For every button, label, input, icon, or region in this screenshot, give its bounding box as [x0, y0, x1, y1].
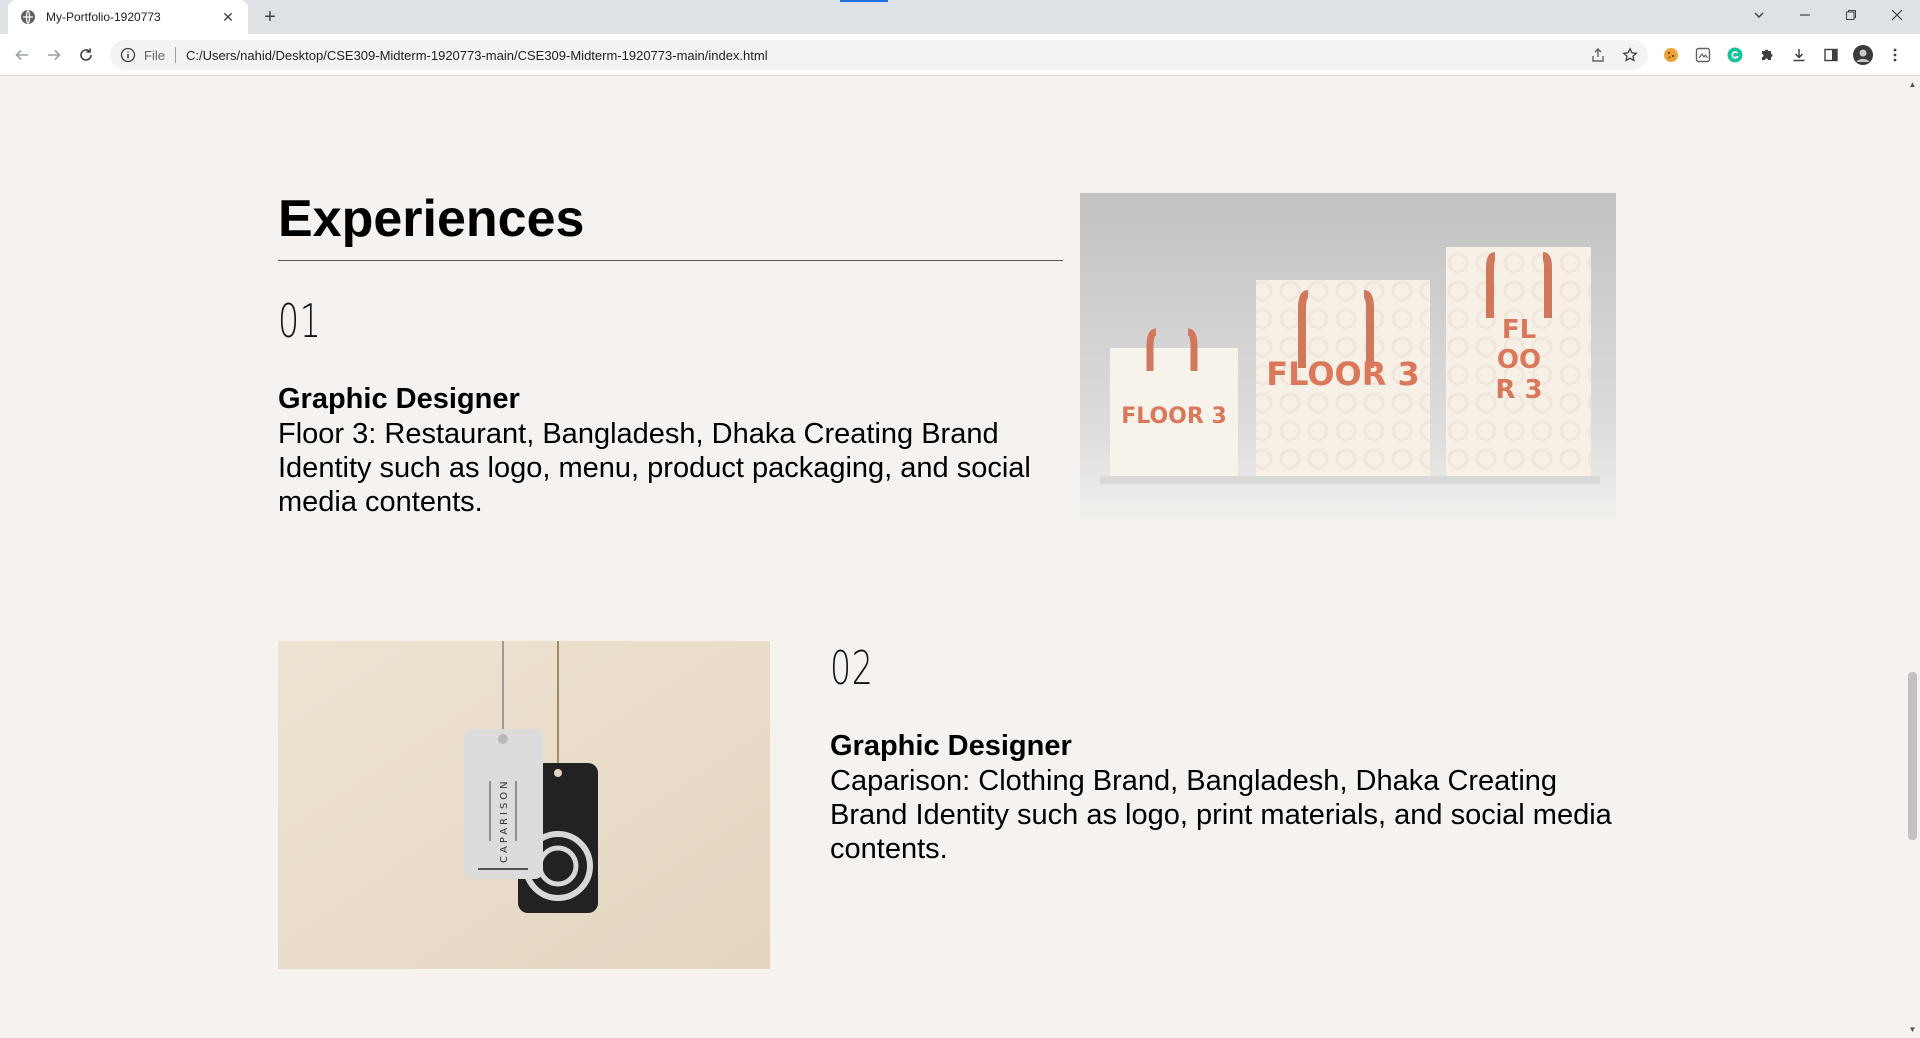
back-icon[interactable]: [10, 43, 34, 67]
grammarly-icon[interactable]: [1724, 44, 1746, 66]
share-icon[interactable]: [1590, 47, 1606, 63]
bag-brand-text: FLOOR 3: [1266, 355, 1420, 393]
experience-number: 01: [278, 294, 322, 348]
tab-title: My-Portfolio-1920773: [46, 10, 161, 24]
puzzle-icon[interactable]: [1756, 44, 1778, 66]
experience-title: Graphic Designer: [830, 730, 1072, 762]
globe-icon: [21, 10, 35, 24]
star-icon[interactable]: [1622, 47, 1638, 63]
scheme-label: File: [144, 47, 165, 63]
extension-icon[interactable]: [1692, 44, 1714, 66]
menu-kebab-icon[interactable]: [1884, 44, 1906, 66]
tall-bag: FL OO R 3: [1446, 247, 1591, 476]
omnibox-separator: [174, 47, 176, 63]
tab-drag-indicator: [840, 0, 888, 2]
page-viewport: Experiences 01 Graphic Designer Floor 3:…: [0, 76, 1905, 1038]
small-bag: FLOOR 3: [1110, 328, 1238, 476]
url-text[interactable]: C:/Users/nahid/Desktop/CSE309-Midterm-19…: [186, 48, 1590, 63]
address-bar[interactable]: File C:/Users/nahid/Desktop/CSE309-Midte…: [110, 40, 1648, 70]
browser-toolbar: File C:/Users/nahid/Desktop/CSE309-Midte…: [0, 34, 1920, 76]
bag-brand-text: FLOOR 3: [1121, 404, 1227, 429]
plus-icon[interactable]: +: [258, 5, 282, 29]
browser-tab[interactable]: My-Portfolio-1920773 ✕: [8, 0, 248, 34]
forward-icon[interactable]: [42, 43, 66, 67]
bag-brand-text: OO: [1497, 345, 1541, 375]
cookie-icon[interactable]: [1660, 44, 1682, 66]
info-icon[interactable]: [120, 47, 136, 63]
white-tag: CAPARISON: [464, 729, 543, 879]
experience-title: Graphic Designer: [278, 383, 520, 415]
tab-strip: My-Portfolio-1920773 ✕ +: [0, 0, 1920, 34]
scroll-up-arrow[interactable]: ▲: [1908, 80, 1917, 89]
close-icon[interactable]: ✕: [220, 9, 236, 25]
profile-avatar[interactable]: [1852, 44, 1874, 66]
medium-bag: FLOOR 3: [1256, 280, 1430, 476]
tag-brand-text: CAPARISON: [499, 778, 510, 863]
vertical-scrollbar[interactable]: ▲ ▼: [1905, 76, 1920, 1038]
experience-number: 02: [830, 641, 874, 695]
download-icon[interactable]: [1788, 44, 1810, 66]
experiences-heading: Experiences: [278, 190, 585, 248]
reload-icon[interactable]: [74, 43, 98, 67]
experience-description: Floor 3: Restaurant, Bangladesh, Dhaka C…: [278, 418, 1031, 518]
scrollbar-thumb[interactable]: [1908, 672, 1917, 840]
window-close-icon[interactable]: [1874, 0, 1920, 30]
heading-divider: [278, 260, 1063, 261]
experience-description: Caparison: Clothing Brand, Bangladesh, D…: [830, 765, 1612, 865]
scroll-down-arrow[interactable]: ▼: [1908, 1025, 1917, 1034]
bag-brand-text: FL: [1502, 315, 1536, 345]
restore-icon[interactable]: [1828, 0, 1874, 30]
minimize-icon[interactable]: [1782, 0, 1828, 30]
tab-search-icon[interactable]: [1736, 0, 1782, 30]
caparison-tags-image: CAPARISON: [278, 641, 770, 969]
sidepanel-icon[interactable]: [1820, 44, 1842, 66]
bag-brand-text: R 3: [1495, 375, 1542, 405]
floor3-bags-image: FLOOR 3 FLOOR 3 FL OO R 3: [1080, 193, 1616, 520]
